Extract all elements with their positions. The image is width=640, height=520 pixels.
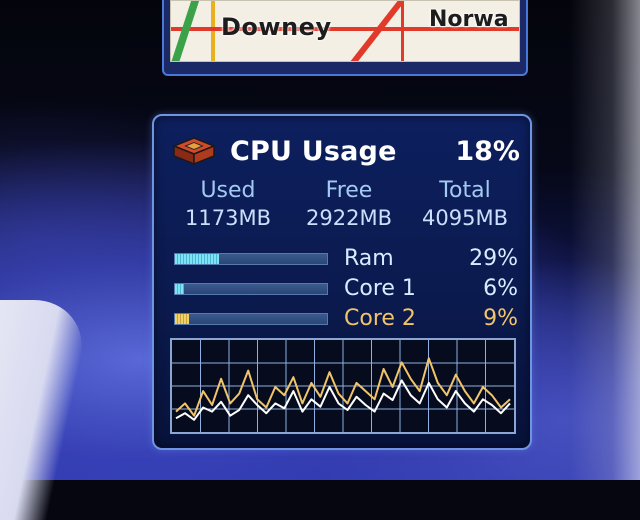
meter-track: [174, 313, 328, 325]
meter-fill-core-2: [175, 314, 189, 324]
map-label-downey: Downey: [221, 13, 332, 41]
meter-core-2: Core 2 9%: [172, 306, 518, 332]
meter-fill-core-1: [175, 284, 185, 294]
memory-free-value: 2922MB: [306, 206, 392, 230]
usage-meters: Ram 29% Core 1 6% Core 2 9%: [172, 246, 518, 332]
map-road: [343, 1, 405, 61]
memory-total-label: Total: [439, 178, 491, 203]
meter-value-core-2: 9%: [483, 306, 518, 331]
meter-core-1: Core 1 6%: [172, 276, 518, 302]
memory-used-label: Used: [200, 178, 256, 203]
gadget-title: CPU Usage: [230, 136, 397, 167]
meter-label-ram: Ram: [344, 246, 394, 271]
meter-value-core-1: 6%: [483, 276, 518, 301]
map-view[interactable]: Downey Norwa: [170, 0, 520, 62]
meter-value-ram: 29%: [469, 246, 518, 271]
meter-fill-ram: [175, 254, 220, 264]
memory-free: Free 2922MB: [290, 178, 408, 232]
memory-used-value: 1173MB: [185, 206, 271, 230]
meter-ram: Ram 29%: [172, 246, 518, 272]
meter-label-core-1: Core 1: [344, 276, 416, 301]
cpu-chip-icon: [171, 136, 217, 166]
cpu-history-graph: [170, 338, 516, 434]
meter-track: [174, 283, 328, 295]
cpu-total-percent: 18%: [455, 136, 520, 167]
map-label-norwalk: Norwa: [429, 7, 509, 32]
map-gadget[interactable]: Downey Norwa: [162, 0, 528, 76]
memory-total-value: 4095MB: [422, 206, 508, 230]
meter-label-core-2: Core 2: [344, 306, 416, 331]
cpu-usage-gadget[interactable]: CPU Usage 18% Used 1173MB Free 2922MB To…: [152, 114, 532, 450]
meter-track: [174, 253, 328, 265]
memory-free-label: Free: [325, 178, 373, 203]
cpu-history-plot: [172, 340, 514, 432]
memory-stats: Used 1173MB Free 2922MB Total 4095MB: [168, 178, 520, 240]
wallpaper-glare: [570, 0, 640, 480]
wallpaper-curve: [0, 300, 94, 520]
memory-used: Used 1173MB: [168, 178, 288, 232]
map-road: [171, 1, 200, 61]
gadget-header: CPU Usage 18%: [168, 132, 520, 172]
memory-total: Total 4095MB: [406, 178, 524, 232]
